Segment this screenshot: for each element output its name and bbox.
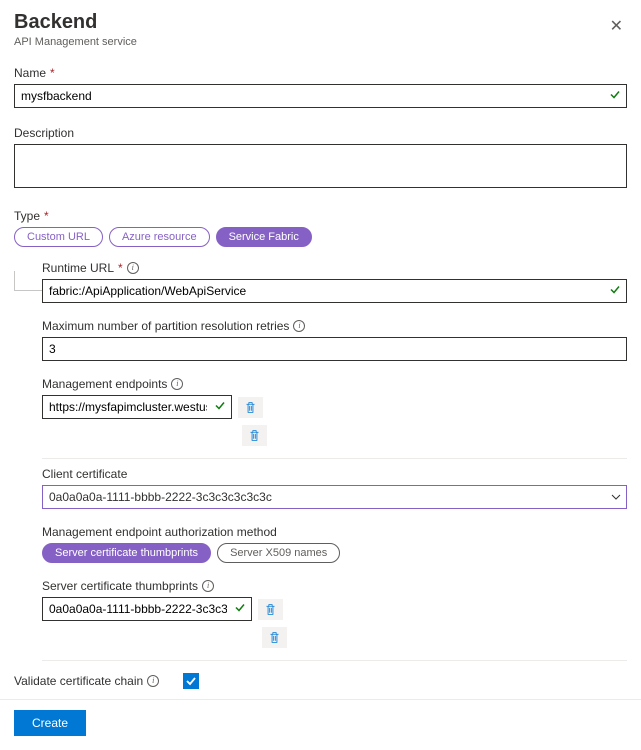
close-icon[interactable]: ✕ xyxy=(606,14,627,38)
name-label: Name* xyxy=(14,66,627,80)
mgmt-endpoint-input[interactable] xyxy=(42,395,232,419)
info-icon[interactable]: i xyxy=(147,675,159,687)
client-cert-select[interactable]: 0a0a0a0a-1111-bbbb-2222-3c3c3c3c3c3c xyxy=(42,485,627,509)
auth-method-label: Management endpoint authorization method xyxy=(42,525,627,539)
pill-custom-url[interactable]: Custom URL xyxy=(14,227,103,247)
pill-azure-resource[interactable]: Azure resource xyxy=(109,227,210,247)
thumbprints-label: Server certificate thumbprints i xyxy=(42,579,627,593)
indent-bracket xyxy=(14,271,42,291)
thumbprint-input[interactable] xyxy=(42,597,252,621)
retries-label: Maximum number of partition resolution r… xyxy=(42,319,627,333)
info-icon[interactable]: i xyxy=(171,378,183,390)
retries-input[interactable] xyxy=(42,337,627,361)
info-icon[interactable]: i xyxy=(202,580,214,592)
runtime-url-input[interactable] xyxy=(42,279,627,303)
type-pills: Custom URL Azure resource Service Fabric xyxy=(14,227,627,247)
runtime-url-label: Runtime URL* i xyxy=(42,261,627,275)
pill-x509[interactable]: Server X509 names xyxy=(217,543,340,563)
name-input[interactable] xyxy=(14,84,627,108)
validate-chain-checkbox[interactable] xyxy=(183,673,199,689)
mgmt-endpoints-label: Management endpoints i xyxy=(42,377,627,391)
panel-header: Backend API Management service ✕ xyxy=(14,10,627,48)
page-subtitle: API Management service xyxy=(14,36,137,48)
info-icon[interactable]: i xyxy=(293,320,305,332)
client-cert-label: Client certificate xyxy=(42,467,627,481)
description-input[interactable] xyxy=(14,144,627,188)
create-button[interactable]: Create xyxy=(14,710,86,736)
delete-thumbprint-button[interactable] xyxy=(258,599,283,620)
type-label: Type* xyxy=(14,209,627,223)
pill-thumbprints[interactable]: Server certificate thumbprints xyxy=(42,543,211,563)
info-icon[interactable]: i xyxy=(127,262,139,274)
description-label: Description xyxy=(14,126,627,140)
delete-icon[interactable] xyxy=(262,627,287,648)
delete-icon[interactable] xyxy=(242,425,267,446)
pill-service-fabric[interactable]: Service Fabric xyxy=(216,227,312,247)
delete-endpoint-button[interactable] xyxy=(238,397,263,418)
validate-chain-label: Validate certificate chain i xyxy=(14,674,159,688)
page-title: Backend xyxy=(14,10,137,34)
